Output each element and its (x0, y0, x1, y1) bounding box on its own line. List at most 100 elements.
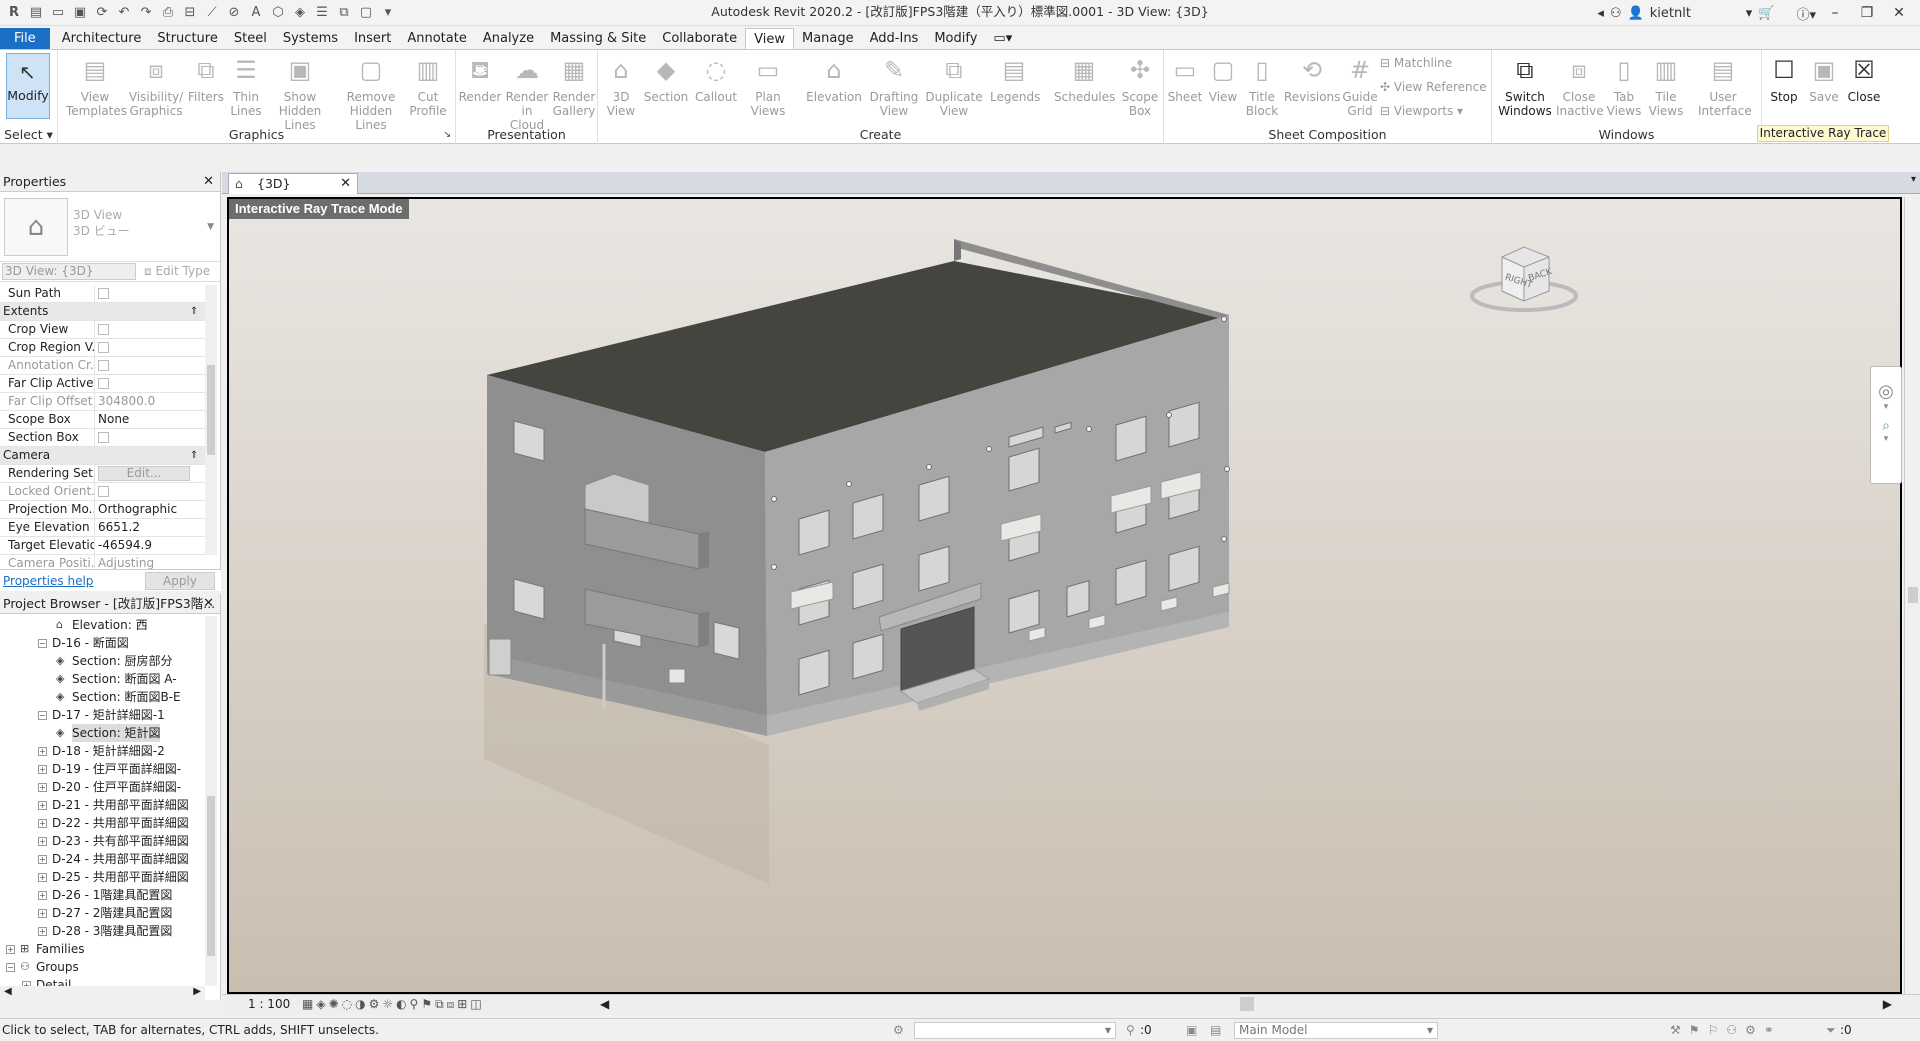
property-checkbox[interactable] (98, 432, 109, 443)
cart-icon[interactable]: 🛒 (1758, 6, 1774, 21)
tree-expander-icon[interactable]: + (38, 891, 47, 900)
zoom-dropdown-icon[interactable]: ▾ (1871, 434, 1901, 444)
tree-node[interactable]: ⌂ Elevation: 西 (0, 616, 205, 634)
editable-only-icon[interactable]: ▤ (1210, 1019, 1221, 1041)
cut-profile-button[interactable]: ▥ Cut Profile (408, 54, 448, 118)
minimize-icon[interactable]: – (1822, 5, 1848, 21)
tree-node[interactable]: + D-21 - 共用部平面詳細図 (0, 796, 205, 814)
tree-node[interactable]: + D-25 - 共用部平面詳細図 (0, 868, 205, 886)
measure-icon[interactable]: ⊟ (180, 4, 200, 22)
tree-node[interactable]: + D-20 - 住戸平面詳細図- (0, 778, 205, 796)
tab-architecture[interactable]: Architecture (54, 28, 150, 50)
customize-qat-icon[interactable]: ▾ (378, 4, 398, 22)
redo-icon[interactable]: ↷ (136, 4, 156, 22)
property-value[interactable] (95, 429, 205, 446)
property-value[interactable]: None (95, 411, 205, 428)
switch-windows-icon[interactable]: ▢ (356, 4, 376, 22)
visibility-graphics-button[interactable]: ⧈ Visibility/Graphics (128, 54, 184, 118)
property-value[interactable]: 304800.0 (95, 393, 205, 410)
tree-expander-icon[interactable]: − (38, 711, 47, 720)
design-option-icon[interactable]: ▣ (1186, 1019, 1197, 1041)
view-tab-3d[interactable]: ⌂ {3D} ✕ (228, 173, 358, 194)
user-menu-arrow-icon[interactable]: ▾ (1746, 6, 1753, 21)
tree-expander-icon[interactable]: + (38, 801, 47, 810)
property-checkbox[interactable] (98, 288, 109, 299)
user-icon[interactable]: 👤 (1628, 6, 1644, 21)
tree-expander-icon[interactable]: + (38, 855, 47, 864)
browser-scrollbar[interactable] (205, 616, 217, 986)
tab-annotate[interactable]: Annotate (399, 28, 474, 50)
switch-windows-button[interactable]: ⧉ Switch Windows (1498, 54, 1552, 118)
tree-node[interactable]: + D-27 - 2階建具配置図 (0, 904, 205, 922)
collapse-group-icon[interactable]: ⇑ (190, 303, 202, 320)
tab-structure[interactable]: Structure (149, 28, 225, 50)
type-dropdown-icon[interactable]: ▼ (207, 222, 214, 232)
viewport-scroll-thumb[interactable] (1908, 587, 1918, 603)
tree-node[interactable]: − ⚇ Groups (0, 958, 205, 976)
property-checkbox[interactable] (98, 324, 109, 335)
close-window-icon[interactable]: ✕ (1886, 5, 1912, 21)
property-value[interactable]: Orthographic (95, 501, 205, 518)
property-value[interactable] (95, 357, 205, 374)
scroll-left-icon[interactable]: ◀ (4, 986, 12, 997)
tab-steel[interactable]: Steel (226, 28, 275, 50)
instance-filter-select[interactable]: 3D View: {3D} (2, 263, 136, 280)
property-value[interactable] (95, 483, 205, 500)
view-templates-button[interactable]: ▤ View Templates (66, 54, 127, 118)
property-value[interactable] (95, 285, 205, 302)
tree-node[interactable]: + D-26 - 1階建具配置図 (0, 886, 205, 904)
tab-analyze[interactable]: Analyze (475, 28, 542, 50)
tab-views-button[interactable]: ▯ Tab Views (1604, 54, 1644, 118)
properties-help-link[interactable]: Properties help (3, 574, 93, 588)
properties-close-icon[interactable]: ✕ (203, 172, 214, 191)
tree-expander-icon[interactable]: + (38, 927, 47, 936)
tree-expander-icon[interactable]: + (38, 873, 47, 882)
render-cloud-button[interactable]: ☁ Render in Cloud (504, 54, 550, 132)
view-tabs-menu-icon[interactable]: ▾ (1911, 174, 1916, 185)
wheel-dropdown-icon[interactable]: ▾ (1871, 402, 1901, 412)
rendering-settings-edit-button[interactable]: Edit... (98, 466, 190, 481)
property-group[interactable]: Extents ⇑ (0, 303, 205, 321)
tree-node[interactable]: + ⊞ Families (0, 940, 205, 958)
thin-lines-icon[interactable]: ☰ (312, 4, 332, 22)
tree-node[interactable]: ◈ Section: 断面図B-E (0, 688, 205, 706)
user-name[interactable]: kietnlt (1650, 6, 1740, 21)
render-gallery-button[interactable]: ▦ Render Gallery (552, 54, 596, 118)
tag-icon[interactable]: ⊘ (224, 4, 244, 22)
binoculars-icon[interactable]: ⚇ (1610, 6, 1622, 21)
property-checkbox[interactable] (98, 378, 109, 389)
guide-grid-button[interactable]: # Guide Grid (1340, 54, 1380, 118)
property-value[interactable] (95, 321, 205, 338)
close-ray-trace-button[interactable]: ☒ Close (1844, 54, 1884, 104)
tree-node[interactable]: + D-23 - 共有部平面詳細図 (0, 832, 205, 850)
property-value[interactable]: 6651.2 (95, 519, 205, 536)
view-tab-close-icon[interactable]: ✕ (340, 174, 351, 193)
restore-icon[interactable]: ❐ (1854, 5, 1880, 21)
tree-expander-icon[interactable]: + (38, 783, 47, 792)
browser-hscrollbar[interactable]: ◀ ▶ (0, 986, 205, 1000)
tab-manage[interactable]: Manage (794, 28, 862, 50)
design-option-select[interactable]: Main Model ▾ (1234, 1022, 1438, 1039)
tab-file[interactable]: File (0, 28, 50, 50)
3d-view-icon[interactable]: ⬡ (268, 4, 288, 22)
tree-node[interactable]: − D-16 - 断面図 (0, 634, 205, 652)
tab-systems[interactable]: Systems (275, 28, 346, 50)
tree-expander-icon[interactable]: + (38, 747, 47, 756)
scope-box-button[interactable]: ✣ Scope Box (1120, 54, 1160, 118)
contextual-tab-toggle-icon[interactable]: ▭▾ (985, 28, 1020, 50)
tab-add-ins[interactable]: Add-Ins (862, 28, 927, 50)
revit-logo-icon[interactable]: R (4, 4, 24, 22)
properties-scroll-thumb[interactable] (207, 365, 215, 455)
view-control-icons[interactable]: ▦◈✺◌◑⚙☼◐⚲⚑⧉⧈⊞◫ (302, 995, 485, 1013)
tab-modify[interactable]: Modify (926, 28, 985, 50)
viewbar-scroll-right-icon[interactable]: ▶ (1883, 995, 1892, 1013)
print-icon[interactable]: ⎙ (158, 4, 178, 22)
property-checkbox[interactable] (98, 342, 109, 353)
property-checkbox[interactable] (98, 360, 109, 371)
remove-hidden-lines-button[interactable]: ▢ Remove Hidden Lines (336, 54, 406, 132)
scroll-right-icon[interactable]: ▶ (193, 986, 201, 997)
tree-expander-icon[interactable]: + (38, 909, 47, 918)
viewports-button[interactable]: ⊟ Viewports ▾ (1380, 104, 1463, 118)
property-value[interactable]: Edit... (95, 465, 205, 482)
tree-node[interactable]: + D-18 - 矩計詳細図-2 (0, 742, 205, 760)
